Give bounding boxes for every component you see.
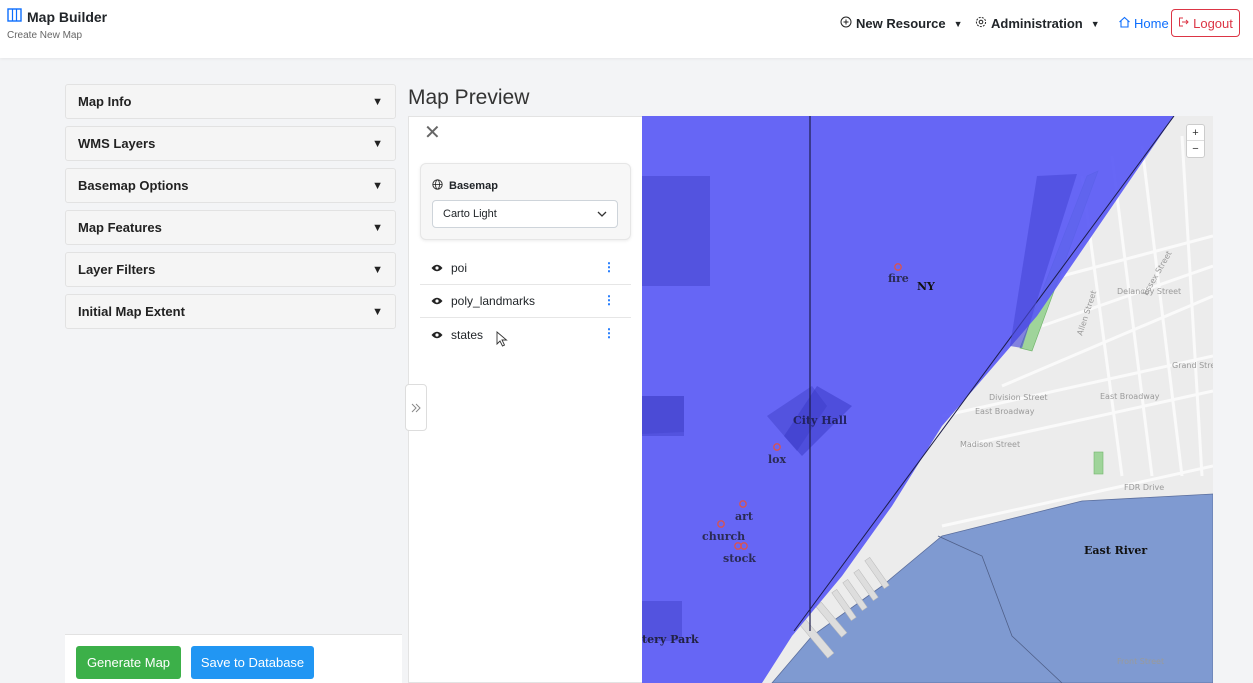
administration-label: Administration — [991, 16, 1083, 31]
brand[interactable]: Map Builder Create New Map — [7, 8, 107, 41]
basemap-heading: Basemap — [432, 179, 498, 193]
chevron-down-icon — [597, 208, 607, 220]
label-church: church — [702, 530, 745, 543]
label-stock: stock — [723, 552, 756, 565]
generate-map-button[interactable]: Generate Map — [76, 646, 181, 679]
new-resource-dropdown[interactable]: New Resource ▼ — [840, 16, 963, 31]
label-front-street: Front Street — [1117, 657, 1164, 666]
caret-down-icon: ▼ — [372, 95, 383, 108]
double-chevron-right-icon[interactable] — [405, 384, 427, 431]
accordion-wms-layers[interactable]: WMS Layers ▼ — [65, 126, 396, 161]
map-preview-title: Map Preview — [408, 86, 530, 109]
caret-down-icon: ▼ — [953, 18, 963, 29]
save-to-database-button[interactable]: Save to Database — [191, 646, 314, 679]
plus-circle-icon — [840, 16, 852, 31]
label-fire: fire — [888, 272, 909, 285]
label-east-broadway: East Broadway — [975, 407, 1035, 416]
accordion-label: Map Info — [78, 94, 132, 109]
basemap-select[interactable]: Carto Light — [432, 200, 618, 228]
label-lox: lox — [768, 453, 787, 466]
caret-down-icon: ▼ — [1090, 18, 1100, 29]
layer-name: poi — [451, 261, 468, 275]
accordion-label: Layer Filters — [78, 262, 156, 277]
layer-name: poly_landmarks — [451, 294, 536, 308]
kebab-icon[interactable]: ⋮ — [603, 326, 615, 340]
accordion-label: WMS Layers — [78, 136, 156, 151]
new-resource-label: New Resource — [856, 16, 946, 31]
mouse-cursor-icon — [496, 331, 508, 352]
caret-down-icon: ▼ — [372, 221, 383, 234]
park-green-small — [1093, 451, 1104, 475]
accordion-map-features[interactable]: Map Features ▼ — [65, 210, 396, 245]
kebab-icon[interactable]: ⋮ — [603, 293, 615, 307]
accordion-layer-filters[interactable]: Layer Filters ▼ — [65, 252, 396, 287]
caret-down-icon: ▼ — [372, 263, 383, 276]
label-city-hall: City Hall — [793, 414, 847, 427]
gear-icon — [975, 16, 987, 31]
layer-item-poi[interactable]: poi ⋮ — [420, 252, 631, 285]
top-navbar: Map Builder Create New Map New Resource … — [0, 0, 1253, 58]
brand-subtitle: Create New Map — [7, 30, 83, 41]
label-battery-park: tery Park — [642, 633, 699, 646]
zoom-control: + − — [1186, 124, 1205, 158]
label-art: art — [735, 510, 754, 523]
layer-item-poly-landmarks[interactable]: poly_landmarks ⋮ — [420, 285, 631, 318]
label-east-broadway-2: East Broadway — [1100, 392, 1160, 401]
kebab-icon[interactable]: ⋮ — [603, 260, 615, 274]
basemap-selected-value: Carto Light — [443, 208, 497, 220]
label-madison-street: Madison Street — [960, 440, 1020, 449]
layer-item-states[interactable]: states ⋮ — [420, 318, 631, 351]
eye-icon[interactable] — [431, 297, 443, 305]
accordion-initial-map-extent[interactable]: Initial Map Extent ▼ — [65, 294, 396, 329]
zoom-out-button[interactable]: − — [1187, 141, 1204, 157]
accordion-label: Map Features — [78, 220, 162, 235]
zoom-in-button[interactable]: + — [1187, 125, 1204, 141]
caret-down-icon: ▼ — [372, 305, 383, 318]
label-east-river: East River — [1084, 544, 1147, 557]
administration-dropdown[interactable]: Administration ▼ — [975, 16, 1100, 31]
label-grand-street: Grand Street — [1172, 361, 1213, 370]
label-division-street: Division Street — [989, 393, 1048, 402]
accordion-label: Initial Map Extent — [78, 304, 185, 319]
eye-icon[interactable] — [431, 264, 443, 272]
logout-button[interactable]: Logout — [1171, 9, 1240, 37]
globe-icon — [432, 179, 443, 193]
accordion-label: Basemap Options — [78, 178, 189, 193]
home-label: Home — [1134, 16, 1169, 31]
accordion-map-info[interactable]: Map Info ▼ — [65, 84, 396, 119]
caret-down-icon: ▼ — [372, 137, 383, 150]
caret-down-icon: ▼ — [372, 179, 383, 192]
home-link[interactable]: Home — [1118, 16, 1169, 31]
close-icon[interactable]: ✕ — [424, 123, 441, 143]
layer-name: states — [451, 327, 484, 342]
eye-icon[interactable] — [431, 331, 443, 339]
states-polygon-edge — [642, 116, 1174, 134]
basemap-label: Basemap — [449, 180, 498, 192]
brand-title: Map Builder — [27, 8, 108, 25]
accordion-basemap-options[interactable]: Basemap Options ▼ — [65, 168, 396, 203]
label-ny: NY — [917, 280, 935, 293]
logout-icon — [1178, 16, 1190, 31]
house-icon — [1118, 16, 1131, 31]
label-fdr-drive: FDR Drive — [1124, 483, 1164, 492]
map-canvas[interactable]: fire NY City Hall lox art church stock t… — [642, 116, 1213, 683]
map-columns-icon — [7, 8, 22, 25]
logout-label: Logout — [1193, 15, 1233, 31]
